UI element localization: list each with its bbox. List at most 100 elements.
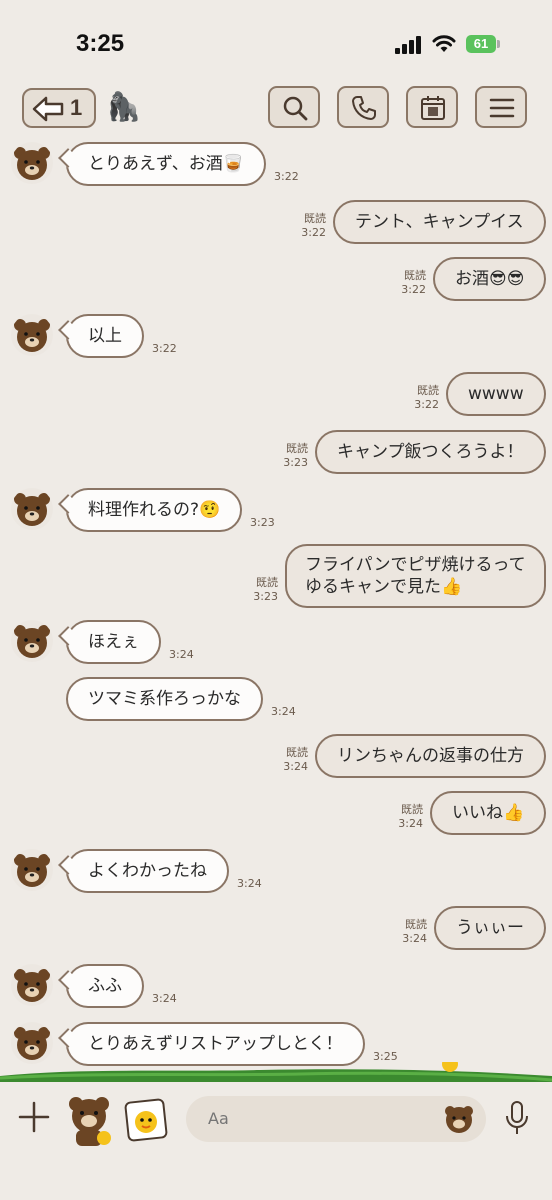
- sticker-picture-icon[interactable]: [124, 1098, 168, 1142]
- bear-avatar-icon: [14, 854, 50, 887]
- unread-count: 1: [70, 95, 83, 120]
- message-text: ふふ: [88, 976, 122, 996]
- message-bubble-outgoing[interactable]: うぃぃー: [434, 906, 546, 950]
- sender-avatar[interactable]: [11, 488, 53, 530]
- message-meta: 既読 3:24: [398, 803, 423, 831]
- message-meta: 既読 3:23: [253, 576, 278, 604]
- message-time: 3:24: [283, 760, 308, 773]
- message-time: 3:24: [271, 705, 296, 718]
- sender-avatar[interactable]: [11, 142, 53, 184]
- sender-avatar[interactable]: [11, 620, 53, 662]
- sender-avatar[interactable]: [11, 314, 53, 356]
- message-time: 3:24: [398, 817, 423, 830]
- read-receipt: 既読: [256, 576, 278, 589]
- message-time: 3:24: [402, 932, 427, 945]
- chat-title-emoji: 🦍: [106, 90, 141, 123]
- message-time: 3:24: [152, 992, 177, 1005]
- add-plus-icon[interactable]: [18, 1100, 50, 1134]
- wifi-icon: [432, 35, 456, 52]
- message-bubble-incoming[interactable]: ツマミ系作ろっかな: [66, 677, 263, 721]
- calendar-icon: [421, 96, 445, 120]
- battery-level: 61: [473, 36, 489, 51]
- message-bubble-outgoing[interactable]: キャンプ飯つくろうよ！: [315, 430, 546, 474]
- message-text: 料理作れるの?🤨: [88, 500, 221, 520]
- message-meta: 既読 3:22: [401, 269, 426, 297]
- sender-avatar[interactable]: [11, 849, 53, 891]
- call-button[interactable]: [337, 86, 389, 128]
- message-text: リンちゃんの返事の仕方: [337, 746, 524, 766]
- message-text-line: フライパンでピザ焼けるって: [305, 555, 526, 575]
- message-bubble-incoming[interactable]: よくわかったね: [66, 849, 229, 893]
- bear-avatar-icon: [14, 1027, 50, 1060]
- message-time: 3:22: [274, 170, 299, 183]
- battery-tip: [497, 40, 500, 48]
- message-text: テント、キャンプイス: [355, 212, 524, 232]
- message-text: とりあえずリストアップしとく！: [88, 1034, 343, 1054]
- message-time: 3:22: [414, 398, 439, 411]
- bear-avatar-icon: [14, 319, 50, 352]
- message-meta: 既読 3:22: [414, 384, 439, 412]
- phone-icon: [352, 96, 376, 120]
- message-time: 3:22: [401, 283, 426, 296]
- message-bubble-outgoing[interactable]: いいね👍: [430, 791, 546, 835]
- message-time: 3:24: [237, 877, 262, 890]
- message-bubble-outgoing[interactable]: フライパンでピザ焼けるって ゆるキャンで見た👍: [285, 544, 546, 608]
- message-time: 3:22: [301, 226, 326, 239]
- sender-avatar[interactable]: [11, 964, 53, 1006]
- read-receipt: 既読: [286, 746, 308, 759]
- message-time: 3:23: [250, 516, 275, 529]
- microphone-icon[interactable]: [504, 1100, 530, 1136]
- back-arrow-icon: [32, 96, 64, 122]
- read-receipt: 既読: [401, 803, 423, 816]
- search-icon: [283, 96, 308, 121]
- message-bubble-incoming[interactable]: 料理作れるの?🤨: [66, 488, 242, 532]
- message-bubble-incoming[interactable]: ふふ: [66, 964, 144, 1008]
- message-time: 3:23: [253, 590, 278, 603]
- message-meta: 既読 3:22: [301, 212, 326, 240]
- bear-avatar-icon: [14, 969, 50, 1002]
- status-time: 3:25: [76, 30, 125, 57]
- message-bubble-outgoing[interactable]: テント、キャンプイス: [333, 200, 546, 244]
- message-text: wwww: [468, 384, 524, 404]
- message-text: 以上: [88, 326, 122, 346]
- sticker-bear-icon[interactable]: [66, 1094, 114, 1146]
- message-time: 3:24: [169, 648, 194, 661]
- calendar-button[interactable]: [406, 86, 458, 128]
- message-bubble-outgoing[interactable]: リンちゃんの返事の仕方: [315, 734, 546, 778]
- message-text-line: ゆるキャンで見た👍: [305, 577, 463, 597]
- message-text: とりあえず、お酒🥃: [88, 154, 244, 174]
- read-receipt: 既読: [417, 384, 439, 397]
- back-button[interactable]: 1: [22, 88, 96, 128]
- hamburger-menu-icon: [489, 98, 515, 118]
- read-receipt: 既読: [286, 442, 308, 455]
- message-meta: 既読 3:24: [283, 746, 308, 774]
- message-bubble-outgoing[interactable]: お酒😎😎: [433, 257, 546, 301]
- bear-avatar-icon: [14, 147, 50, 180]
- message-text: ツマミ系作ろっかな: [88, 689, 241, 709]
- message-bubble-incoming[interactable]: とりあえずリストアップしとく！: [66, 1022, 365, 1066]
- sender-avatar[interactable]: [11, 1022, 53, 1064]
- message-time: 3:22: [152, 342, 177, 355]
- message-text: キャンプ飯つくろうよ！: [337, 442, 524, 462]
- message-text: よくわかったね: [88, 861, 207, 881]
- cellular-signal-icon: [395, 36, 425, 54]
- message-meta: 既読 3:23: [283, 442, 308, 470]
- message-bubble-incoming[interactable]: とりあえず、お酒🥃: [66, 142, 266, 186]
- message-text: いいね👍: [452, 803, 525, 823]
- battery-icon: 61: [466, 35, 496, 53]
- menu-button[interactable]: [475, 86, 527, 128]
- bear-avatar-icon: [14, 493, 50, 526]
- message-input-container[interactable]: [186, 1096, 486, 1142]
- search-button[interactable]: [268, 86, 320, 128]
- message-text: うぃぃー: [456, 918, 524, 938]
- message-time: 3:23: [283, 456, 308, 469]
- message-bubble-incoming[interactable]: ほえぇ: [66, 620, 161, 664]
- bear-avatar-icon: [14, 625, 50, 658]
- read-receipt: 既読: [304, 212, 326, 225]
- status-bar: 3:25 61: [0, 0, 552, 80]
- message-bubble-outgoing[interactable]: wwww: [446, 372, 546, 416]
- emoji-bear-icon[interactable]: [442, 1102, 476, 1136]
- read-receipt: 既読: [405, 918, 427, 931]
- message-input[interactable]: [206, 1108, 430, 1129]
- message-bubble-incoming[interactable]: 以上: [66, 314, 144, 358]
